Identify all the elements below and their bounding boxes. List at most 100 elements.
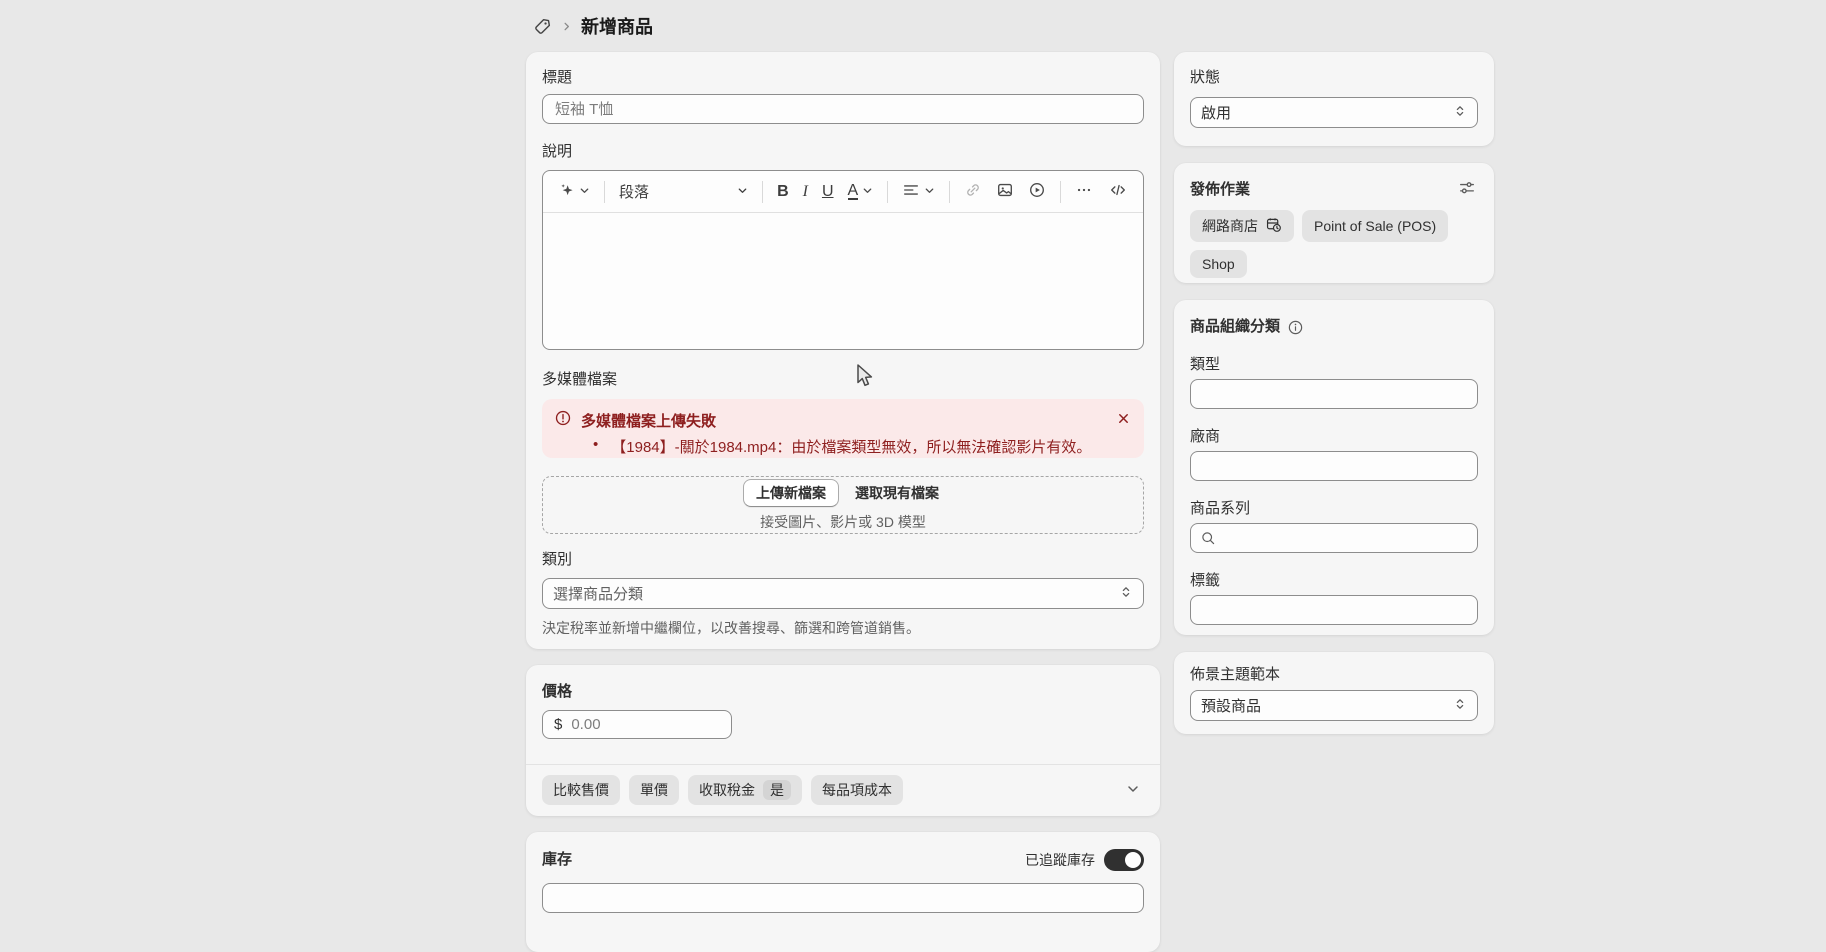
pricing-title: 價格 <box>542 682 1144 702</box>
tag-icon[interactable] <box>533 17 552 36</box>
product-details-card: 標題 說明 段落 B I U <box>526 52 1160 649</box>
image-icon <box>996 181 1014 202</box>
channel-pos-chip[interactable]: Point of Sale (POS) <box>1302 210 1448 242</box>
unit-price-chip[interactable]: 單價 <box>629 775 679 805</box>
price-input[interactable] <box>569 715 720 734</box>
title-input[interactable] <box>542 94 1144 124</box>
manage-channels-button[interactable] <box>1456 177 1478 202</box>
status-select-value: 啟用 <box>1201 102 1231 123</box>
organization-card: 商品組織分類 類型 廠商 商品系列 標籤 <box>1174 300 1494 635</box>
code-icon <box>1109 181 1127 202</box>
currency-prefix: $ <box>554 716 562 733</box>
chevron-down-icon <box>1126 782 1140 799</box>
toolbar-divider <box>762 181 763 203</box>
theme-template-select[interactable]: 預設商品 <box>1190 690 1478 721</box>
inventory-card: 庫存 已追蹤庫存 <box>526 832 1160 952</box>
price-field[interactable]: $ <box>542 710 732 739</box>
cost-per-item-chip[interactable]: 每品項成本 <box>811 775 903 805</box>
insert-image-button[interactable] <box>990 176 1020 207</box>
select-existing-files-button[interactable]: 選取現有檔案 <box>851 481 943 505</box>
close-icon <box>1117 412 1130 428</box>
publishing-card: 發佈作業 網路商店 Point of Sale (POS) Shop <box>1174 163 1494 283</box>
tags-label: 標籤 <box>1190 572 1478 590</box>
show-html-button[interactable] <box>1103 176 1133 207</box>
description-editor: 段落 B I U A <box>542 170 1144 350</box>
inventory-title: 庫存 <box>542 850 572 870</box>
link-button[interactable] <box>958 176 988 207</box>
sparkle-icon <box>559 182 575 201</box>
compare-at-price-chip[interactable]: 比較售價 <box>542 775 620 805</box>
bold-button[interactable]: B <box>771 179 795 205</box>
channel-online-store-chip[interactable]: 網路商店 <box>1190 210 1294 242</box>
vendor-label: 廠商 <box>1190 428 1478 446</box>
media-accept-hint: 接受圖片、影片或 3D 模型 <box>760 512 926 532</box>
toolbar-divider <box>887 181 888 203</box>
insert-video-button[interactable] <box>1022 176 1052 207</box>
inventory-tracked-toggle[interactable] <box>1104 849 1144 871</box>
category-help-text: 決定稅率並新增中繼欄位，以改善搜尋、篩選和跨管道銷售。 <box>542 618 1144 638</box>
status-label: 狀態 <box>1190 69 1478 87</box>
status-card: 狀態 啟用 <box>1174 52 1494 146</box>
editor-toolbar: 段落 B I U A <box>543 171 1143 213</box>
charge-tax-chip[interactable]: 收取稅金是 <box>688 775 802 805</box>
align-left-icon <box>902 181 920 202</box>
divider <box>526 764 1160 765</box>
toolbar-divider <box>604 181 605 203</box>
calendar-clock-icon <box>1265 216 1282 236</box>
title-label: 標題 <box>542 69 1144 87</box>
align-dropdown[interactable] <box>896 176 941 207</box>
upload-new-files-button[interactable]: 上傳新檔案 <box>743 479 839 507</box>
video-icon <box>1028 181 1046 202</box>
media-upload-error-banner: 多媒體檔案上傳失敗 【1984】-關於1984.mp4：由於檔案類型無效，所以無… <box>542 399 1144 458</box>
select-caret-icon <box>1119 585 1133 603</box>
chevron-down-icon <box>579 184 590 199</box>
charge-tax-value: 是 <box>763 780 791 800</box>
more-options-button[interactable] <box>1069 176 1099 207</box>
description-label: 說明 <box>542 143 1144 161</box>
collections-label: 商品系列 <box>1190 500 1478 518</box>
text-color-button[interactable]: A <box>842 179 880 205</box>
chevron-down-icon <box>862 184 873 199</box>
publishing-title: 發佈作業 <box>1190 180 1250 200</box>
select-caret-icon <box>1453 697 1467 715</box>
error-title: 多媒體檔案上傳失敗 <box>581 410 716 431</box>
ai-assistant-button[interactable] <box>553 177 596 206</box>
channel-shop-chip[interactable]: Shop <box>1190 250 1247 278</box>
chevron-down-icon <box>737 183 748 200</box>
select-caret-icon <box>1453 104 1467 122</box>
info-icon[interactable] <box>1287 319 1304 336</box>
organization-title: 商品組織分類 <box>1190 317 1280 337</box>
alert-icon <box>554 409 572 431</box>
pricing-card: 價格 $ 比較售價 單價 收取稅金是 每品項成本 <box>526 665 1160 816</box>
status-select[interactable]: 啟用 <box>1190 97 1478 128</box>
underline-button[interactable]: U <box>816 179 840 205</box>
chevron-down-icon <box>924 184 935 199</box>
type-label: 類型 <box>1190 356 1478 374</box>
paragraph-style-value: 段落 <box>619 181 649 202</box>
inventory-quantity-input[interactable] <box>542 883 1144 913</box>
paragraph-style-dropdown[interactable]: 段落 <box>613 176 754 207</box>
collections-input[interactable] <box>1190 523 1478 553</box>
pricing-expand-button[interactable] <box>1122 778 1144 803</box>
toggle-knob <box>1125 852 1141 868</box>
search-icon <box>1200 530 1216 550</box>
vendor-input[interactable] <box>1190 451 1478 481</box>
breadcrumb: 新增商品 <box>533 13 653 39</box>
theme-template-card: 佈景主題範本 預設商品 <box>1174 652 1494 734</box>
link-icon <box>964 181 982 202</box>
category-select-value: 選擇商品分類 <box>553 583 643 604</box>
tags-input[interactable] <box>1190 595 1478 625</box>
italic-button[interactable]: I <box>797 179 814 205</box>
toolbar-divider <box>1060 181 1061 203</box>
theme-template-label: 佈景主題範本 <box>1190 666 1478 684</box>
toolbar-divider <box>949 181 950 203</box>
breadcrumb-chevron-icon <box>561 21 572 32</box>
type-input[interactable] <box>1190 379 1478 409</box>
dismiss-error-button[interactable] <box>1115 410 1132 430</box>
category-select[interactable]: 選擇商品分類 <box>542 578 1144 609</box>
category-label: 類別 <box>542 551 1144 569</box>
media-dropzone[interactable]: 上傳新檔案 選取現有檔案 接受圖片、影片或 3D 模型 <box>542 476 1144 534</box>
description-textarea[interactable] <box>543 213 1143 349</box>
track-inventory-label: 已追蹤庫存 <box>1025 850 1095 870</box>
page-title: 新增商品 <box>581 13 653 39</box>
